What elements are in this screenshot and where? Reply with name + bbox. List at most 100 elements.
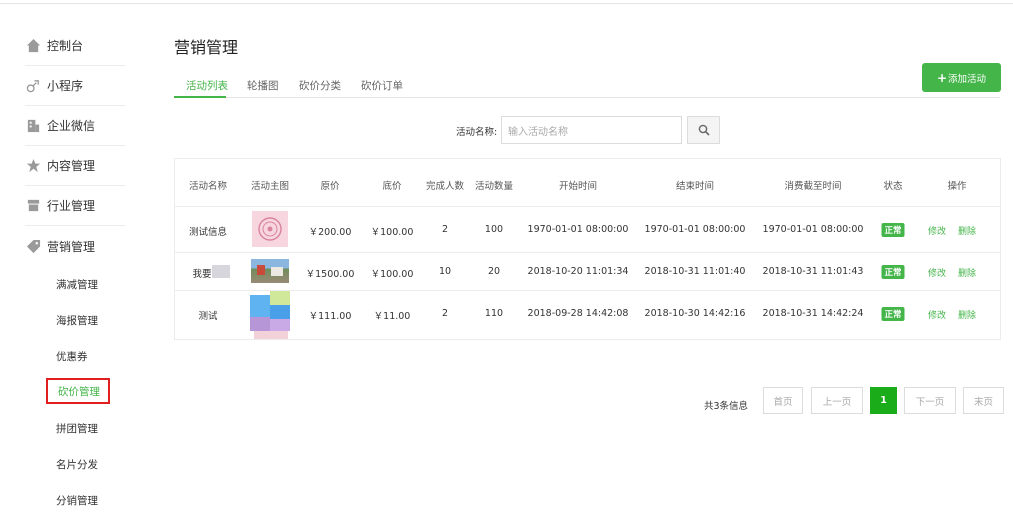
- seal-icon: [258, 217, 282, 241]
- search-icon: [698, 124, 710, 136]
- edit-link[interactable]: 修改: [928, 266, 946, 279]
- sub-item-bargain[interactable]: 砍价管理: [46, 378, 110, 404]
- cell-floor-price: ￥11.00: [373, 311, 411, 322]
- cell-consume: 1970-01-01 08:00:00: [762, 224, 864, 235]
- status-badge: 正常: [881, 223, 905, 237]
- sidebar-item-label: 行业管理: [47, 199, 96, 213]
- link-icon: [25, 78, 41, 94]
- col-header: 活动主图: [250, 181, 290, 192]
- star-icon: [25, 158, 41, 174]
- activity-image: [251, 259, 289, 283]
- cell-qty: 100: [484, 224, 504, 235]
- home-icon: [25, 38, 41, 54]
- sub-item-group[interactable]: 拼团管理: [46, 415, 110, 441]
- sidebar-item-miniprogram[interactable]: 小程序: [25, 66, 125, 106]
- store-icon: [25, 198, 41, 214]
- main-panel: 营销管理 活动列表 轮播图 砍价分类 砍价订单 + 添加活动 活动名称: 输入活…: [145, 4, 1013, 517]
- next-page-button[interactable]: 下一页: [904, 387, 956, 414]
- cell-price: ￥1500.00: [305, 269, 355, 280]
- table-row: 我要 ￥1500.00 ￥100.00 10 20 2018-10-20 11:…: [175, 253, 1000, 291]
- sidebar-item-label: 小程序: [47, 79, 84, 93]
- col-header: 结束时间: [675, 181, 715, 192]
- col-header: 状态: [883, 181, 903, 192]
- activity-image: [250, 291, 290, 339]
- cell-end: 2018-10-31 11:01:40: [644, 266, 746, 277]
- status-badge: 正常: [881, 307, 905, 321]
- col-header: 活动名称: [188, 181, 228, 192]
- delete-link[interactable]: 删除: [958, 224, 976, 237]
- edit-link[interactable]: 修改: [928, 308, 946, 321]
- page-1-button[interactable]: 1: [870, 387, 897, 414]
- delete-link[interactable]: 删除: [958, 308, 976, 321]
- sidebar-item-dashboard[interactable]: 控制台: [25, 26, 125, 66]
- activity-table: 活动名称 活动主图 原价 底价 完成人数 活动数量 开始时间 结束时间 消费截至…: [174, 158, 1001, 340]
- cell-price: ￥200.00: [308, 227, 352, 238]
- last-page-button[interactable]: 末页: [963, 387, 1004, 414]
- tag-icon: [25, 238, 41, 254]
- search-button[interactable]: [687, 116, 720, 144]
- col-header: 完成人数: [425, 181, 465, 192]
- delete-link[interactable]: 删除: [958, 266, 976, 279]
- page-title: 营销管理: [174, 38, 239, 57]
- table-row: 测试 ￥111.00 ￥11.00 2 110 2018-09-28 14:42…: [175, 291, 1000, 339]
- sidebar-item-label: 营销管理: [47, 239, 96, 254]
- col-header: 消费截至时间: [784, 181, 842, 192]
- cell-consume: 2018-10-31 11:01:43: [762, 266, 864, 277]
- table-row: 测试信息 ￥200.00 ￥100.00 2 100 1970-01-01 08…: [175, 207, 1000, 253]
- cell-end: 1970-01-01 08:00:00: [644, 224, 746, 235]
- cell-start: 2018-10-20 11:01:34: [527, 266, 629, 277]
- cell-done: 10: [438, 266, 452, 277]
- sub-item-fullreduce[interactable]: 满减管理: [46, 271, 110, 297]
- sidebar-item-wecom[interactable]: 企业微信: [25, 106, 125, 146]
- tab-bargain-orders[interactable]: 砍价订单: [361, 78, 403, 93]
- plus-icon: +: [936, 70, 948, 85]
- cell-floor-price: ￥100.00: [370, 269, 414, 280]
- col-header: 底价: [382, 181, 402, 192]
- add-activity-label: 添加活动: [948, 73, 987, 85]
- tab-carousel[interactable]: 轮播图: [247, 78, 279, 93]
- col-header: 活动数量: [474, 181, 514, 192]
- status-badge: 正常: [881, 265, 905, 279]
- sidebar-item-marketing[interactable]: 营销管理: [25, 226, 125, 266]
- tab-bargain-category[interactable]: 砍价分类: [299, 78, 341, 93]
- cell-end: 2018-10-30 14:42:16: [644, 308, 746, 319]
- sub-item-coupon[interactable]: 优惠券: [46, 343, 110, 369]
- cell-start: 2018-09-28 14:42:08: [527, 308, 629, 319]
- cell-name: 我要: [192, 269, 212, 280]
- blurred-text: [212, 265, 230, 278]
- activity-image: [252, 211, 288, 247]
- sidebar-item-label: 企业微信: [47, 119, 96, 133]
- cell-qty: 20: [487, 266, 501, 277]
- tab-active-indicator: [174, 96, 226, 98]
- sidebar: 控制台 小程序 企业微信 内容管理 行业管理 营销管理 满减管理 海报管理 优惠…: [0, 4, 145, 517]
- edit-link[interactable]: 修改: [928, 224, 946, 237]
- cell-qty: 110: [484, 308, 504, 319]
- tab-bar: 活动列表 轮播图 砍价分类 砍价订单: [174, 74, 1000, 98]
- sub-item-distribution[interactable]: 分销管理: [46, 487, 110, 513]
- building-icon: [25, 118, 41, 134]
- search-label: 活动名称:: [456, 127, 498, 138]
- sub-item-card[interactable]: 名片分发: [46, 451, 110, 477]
- sub-item-poster[interactable]: 海报管理: [46, 307, 110, 333]
- pagination-info: 共3条信息: [704, 401, 749, 412]
- cell-done: 2: [441, 224, 449, 235]
- col-header: 原价: [320, 181, 340, 192]
- sidebar-item-label: 内容管理: [47, 159, 96, 173]
- cell-name: 测试: [198, 311, 218, 322]
- cell-start: 1970-01-01 08:00:00: [527, 224, 629, 235]
- sidebar-item-content[interactable]: 内容管理: [25, 146, 125, 186]
- table-header: 活动名称 活动主图 原价 底价 完成人数 活动数量 开始时间 结束时间 消费截至…: [175, 159, 1000, 207]
- cell-floor-price: ￥100.00: [370, 227, 414, 238]
- col-header: 操作: [947, 181, 967, 192]
- col-header: 开始时间: [558, 181, 598, 192]
- prev-page-button[interactable]: 上一页: [811, 387, 863, 414]
- cell-name: 测试信息: [188, 227, 228, 238]
- cell-consume: 2018-10-31 14:42:24: [762, 308, 864, 319]
- cell-price: ￥111.00: [308, 311, 352, 322]
- first-page-button[interactable]: 首页: [763, 387, 803, 414]
- sidebar-item-industry[interactable]: 行业管理: [25, 186, 125, 226]
- sidebar-item-label: 控制台: [47, 39, 84, 53]
- search-input[interactable]: 输入活动名称: [501, 116, 682, 144]
- add-activity-button[interactable]: + 添加活动: [922, 63, 1001, 92]
- tab-activity-list[interactable]: 活动列表: [186, 78, 228, 93]
